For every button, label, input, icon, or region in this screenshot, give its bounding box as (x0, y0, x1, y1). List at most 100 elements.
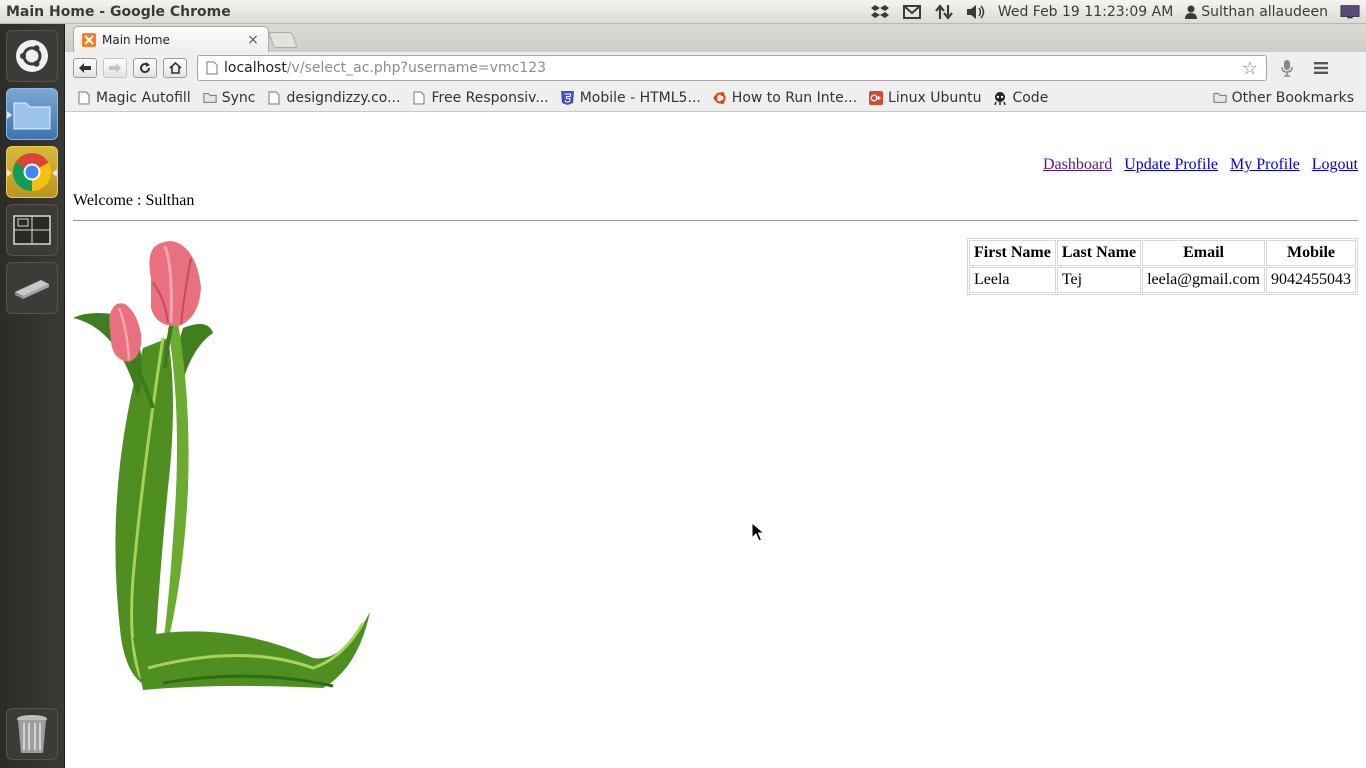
chrome-icon (12, 153, 52, 192)
tab-title: Main Home (102, 32, 170, 47)
usb-drive-icon (15, 280, 49, 299)
update-profile-link[interactable]: Update Profile (1124, 156, 1218, 174)
back-arrow-icon (79, 63, 91, 73)
new-tab-button[interactable] (268, 32, 298, 48)
forward-button[interactable] (103, 58, 127, 78)
tulip-letter-l-image (73, 241, 370, 690)
bookmark-sync[interactable]: Sync (197, 90, 262, 106)
my-profile-link[interactable]: My Profile (1230, 156, 1300, 174)
files-launcher-button[interactable] (6, 88, 58, 140)
bookmark-magic-autofill[interactable]: Magic Autofill (71, 90, 197, 106)
bookmark-label: designdizzy.co... (286, 89, 401, 106)
ubuntu-logo-icon (16, 40, 48, 72)
bookmark-label: Sync (221, 89, 256, 106)
code-icon (993, 91, 1007, 105)
page-icon (412, 91, 426, 105)
panel-indicators: Wed Feb 19 11:23:09 AM Sulthan allaudeen (870, 3, 1360, 21)
ubuntu-icon (713, 91, 727, 105)
tab-close-icon[interactable]: × (246, 32, 260, 48)
trash-button[interactable] (6, 708, 58, 760)
network-icon[interactable] (934, 3, 954, 21)
reload-button[interactable] (133, 58, 157, 78)
url-path: /v/select_ac.php?username=vmc123 (286, 60, 547, 76)
table-cell-first-name: Leela (969, 267, 1056, 293)
reload-icon (140, 62, 151, 74)
html5-icon (561, 90, 575, 105)
column-header: Last Name (1056, 240, 1142, 266)
workspace-switcher-button[interactable] (6, 204, 58, 256)
folder-icon (13, 102, 51, 130)
table-cell-mobile: 9042455043 (1266, 267, 1356, 293)
usb-drive-button[interactable] (6, 262, 58, 314)
user-details-table: First Name Last Name Email Mobile Leela … (967, 238, 1358, 295)
bookmark-label: Linux Ubuntu (888, 89, 982, 106)
tab-main-home[interactable]: Main Home × (73, 26, 269, 52)
bookmark-linux-ubuntu[interactable]: Linux Ubuntu (863, 90, 987, 106)
focused-indicator (52, 169, 57, 177)
folder-icon (203, 91, 217, 105)
running-indicator (7, 169, 12, 177)
clock[interactable]: Wed Feb 19 11:23:09 AM (998, 4, 1173, 20)
running-indicator (7, 111, 12, 119)
welcome-message: Welcome : Sulthan (73, 192, 195, 209)
mouse-cursor-icon (751, 522, 765, 542)
column-header: Mobile (1266, 240, 1356, 266)
top-panel: Main Home - Google Chrome Wed Feb 19 11:… (0, 0, 1366, 24)
page-icon (206, 61, 218, 75)
person-icon (1185, 5, 1198, 19)
page-icon (267, 91, 281, 105)
dashboard-link[interactable]: Dashboard (1043, 156, 1112, 174)
bookmark-how-to-run[interactable]: How to Run Inte... (707, 90, 863, 106)
logout-link[interactable]: Logout (1312, 156, 1358, 174)
xampp-favicon-icon (82, 32, 96, 47)
chrome-launcher-button[interactable] (6, 146, 58, 198)
bookmark-designdizzy[interactable]: designdizzy.co... (261, 90, 406, 106)
horizontal-rule (73, 220, 1358, 221)
user-name-label: Sulthan allaudeen (1201, 3, 1328, 20)
forward-arrow-icon (109, 63, 121, 73)
mail-icon[interactable] (902, 3, 922, 21)
tab-strip: Main Home × (65, 24, 1366, 52)
folder-icon (1213, 91, 1227, 105)
url-text[interactable]: localhost/v/select_ac.php?username=vmc12… (224, 60, 1236, 76)
trash-icon (17, 715, 47, 753)
column-header: First Name (969, 240, 1056, 266)
table-row: Leela Tej leela@gmail.com 9042455043 (969, 267, 1356, 293)
home-button[interactable] (163, 58, 187, 78)
bookmark-label: Mobile - HTML5... (579, 89, 701, 106)
bookmark-label: How to Run Inte... (731, 89, 858, 106)
table-cell-email: leela@gmail.com (1142, 267, 1265, 293)
column-header: Email (1142, 240, 1265, 266)
back-button[interactable] (73, 58, 97, 78)
bookmarks-bar: Magic Autofill Sync designdizzy.co... Fr… (65, 84, 1366, 112)
bookmark-free-responsive[interactable]: Free Responsiv... (406, 90, 554, 106)
table-cell-last-name: Tej (1056, 267, 1142, 293)
home-icon (168, 62, 182, 74)
bookmark-label: Magic Autofill (96, 89, 191, 106)
browser-toolbar: localhost/v/select_ac.php?username=vmc12… (65, 52, 1366, 84)
dropbox-icon[interactable] (870, 3, 890, 21)
microphone-icon[interactable] (1273, 57, 1301, 79)
bookmark-code[interactable]: Code (987, 90, 1054, 106)
other-bookmarks-button[interactable]: Other Bookmarks (1207, 90, 1360, 106)
bookmark-star-icon[interactable]: ☆ (1242, 58, 1258, 79)
bookmark-mobile-html5[interactable]: Mobile - HTML5... (555, 90, 707, 106)
session-icon[interactable] (1340, 3, 1360, 21)
chrome-window: Main Home × localhost/v/select_ac.php?us… (65, 24, 1366, 768)
chrome-menu-icon[interactable] (1307, 57, 1335, 79)
workspace-icon (13, 215, 51, 245)
page-nav: Dashboard Update Profile My Profile Logo… (1043, 156, 1358, 174)
table-header-row: First Name Last Name Email Mobile (969, 240, 1356, 266)
google-plus-icon (869, 90, 884, 105)
url-host: localhost (224, 60, 287, 76)
other-bookmarks-label: Other Bookmarks (1231, 89, 1354, 106)
address-bar[interactable]: localhost/v/select_ac.php?username=vmc12… (197, 55, 1267, 81)
bookmark-label: Free Responsiv... (431, 89, 549, 106)
web-page: Dashboard Update Profile My Profile Logo… (65, 112, 1366, 768)
bookmark-label: Code (1012, 89, 1049, 106)
window-title: Main Home - Google Chrome (6, 3, 231, 20)
volume-icon[interactable] (966, 3, 986, 21)
user-menu[interactable]: Sulthan allaudeen (1185, 4, 1328, 20)
page-icon (77, 91, 91, 105)
dash-home-button[interactable] (6, 30, 58, 82)
